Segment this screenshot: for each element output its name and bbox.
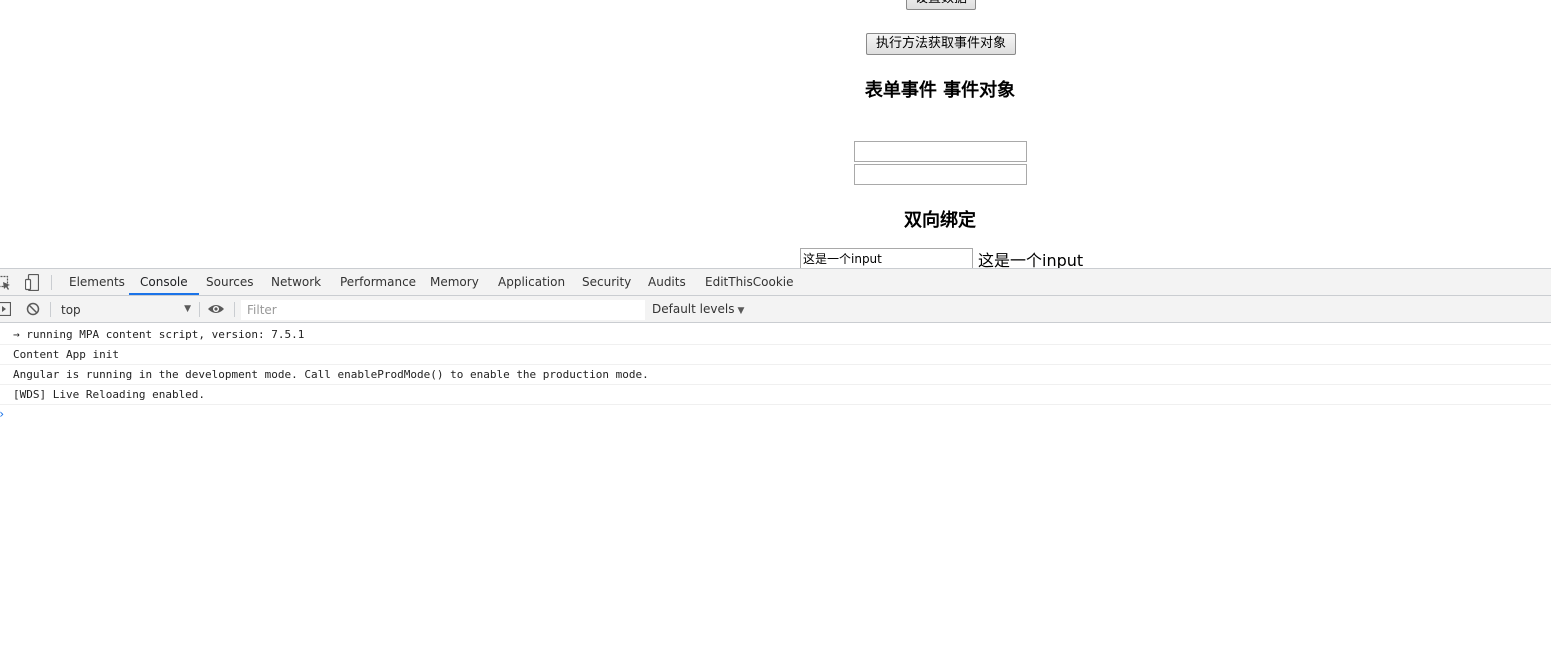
clear-console-icon[interactable] [26, 302, 40, 316]
tab-editthiscookie[interactable]: EditThisCookie [694, 269, 805, 295]
live-expression-eye-icon[interactable] [207, 302, 225, 316]
device-toolbar-icon[interactable] [24, 273, 40, 292]
devtools-panel: Elements Console Sources Network Perform… [0, 268, 1551, 647]
console-filter-input[interactable] [241, 300, 645, 320]
execution-context-value: top [61, 303, 81, 317]
inspect-element-icon[interactable] [0, 275, 12, 291]
log-levels-select[interactable]: Default levels ▼ [652, 299, 744, 319]
log-levels-value: Default levels [652, 302, 735, 316]
console-message: [WDS] Live Reloading enabled. [0, 385, 1551, 405]
form-event-input-1[interactable] [854, 141, 1027, 162]
set-data-button[interactable]: 设置数据 [906, 0, 976, 10]
form-event-input-2[interactable] [854, 164, 1027, 185]
tab-network[interactable]: Network [260, 269, 332, 295]
tab-console[interactable]: Console [129, 269, 199, 295]
dropdown-arrow-icon: ▼ [184, 304, 191, 314]
two-way-binding-heading: 双向绑定 [904, 210, 976, 231]
tab-security[interactable]: Security [571, 269, 642, 295]
get-event-object-button[interactable]: 执行方法获取事件对象 [866, 33, 1016, 55]
screen: 设置数据 执行方法获取事件对象 表单事件 事件对象 双向绑定 这是一个input [0, 0, 1551, 647]
toolbar-divider [234, 302, 235, 317]
tab-sources[interactable]: Sources [195, 269, 264, 295]
binding-echo-text: 这是一个input [978, 251, 1084, 268]
console-sidebar-icon[interactable] [0, 301, 12, 317]
toolbar-divider [50, 302, 51, 317]
tab-performance[interactable]: Performance [329, 269, 427, 295]
dropdown-arrow-icon: ▼ [737, 306, 745, 316]
tab-elements[interactable]: Elements [58, 269, 136, 295]
console-message: Angular is running in the development mo… [0, 365, 1551, 385]
tab-bar-divider [51, 275, 52, 290]
console-toolbar: top ▼ Default levels▼ [0, 296, 1551, 323]
console-messages: → running MPA content script, version: 7… [0, 323, 1551, 647]
two-way-binding-input[interactable] [800, 248, 973, 268]
devtools-tab-bar: Elements Console Sources Network Perform… [0, 269, 1551, 296]
console-message: → running MPA content script, version: 7… [0, 325, 1551, 345]
console-prompt-icon[interactable]: › [0, 407, 5, 421]
execution-context-select[interactable]: top ▼ [55, 299, 195, 319]
tab-memory[interactable]: Memory [419, 269, 490, 295]
console-message: Content App init [0, 345, 1551, 365]
tab-audits[interactable]: Audits [637, 269, 697, 295]
tab-application[interactable]: Application [487, 269, 576, 295]
page-viewport: 设置数据 执行方法获取事件对象 表单事件 事件对象 双向绑定 这是一个input [0, 0, 1551, 268]
toolbar-divider [199, 302, 200, 317]
form-events-heading: 表单事件 事件对象 [864, 80, 1016, 101]
